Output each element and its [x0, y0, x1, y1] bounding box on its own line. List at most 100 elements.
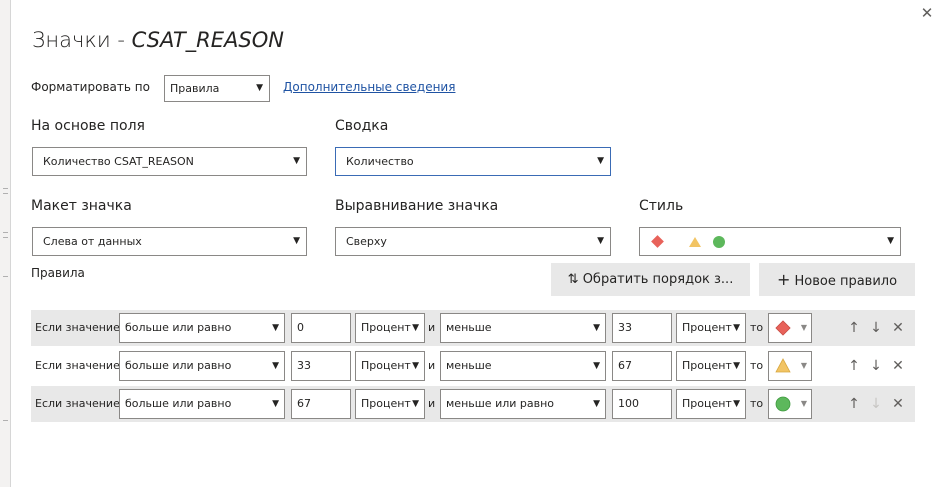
- lower-value-input[interactable]: 33: [291, 351, 351, 381]
- icon-picker[interactable]: ▼: [768, 313, 812, 343]
- format-by-label: Форматировать по: [31, 80, 150, 94]
- chevron-down-icon: ▼: [597, 236, 604, 246]
- green-circle-icon: [775, 396, 791, 412]
- chevron-down-icon: ▼: [597, 156, 604, 166]
- chevron-down-icon: ▼: [593, 361, 600, 371]
- delete-rule-icon[interactable]: ✕: [889, 310, 907, 346]
- chevron-down-icon: ▼: [733, 323, 740, 333]
- condition-operator-dropdown[interactable]: больше или равно ▼: [119, 313, 285, 343]
- icon-alignment-label: Выравнивание значка: [335, 198, 499, 214]
- style-dropdown[interactable]: ▼: [639, 227, 901, 256]
- icon-layout-label: Макет значка: [31, 198, 132, 214]
- chevron-down-icon: ▼: [593, 323, 600, 333]
- rule-row: Если значение больше или равно ▼ 67 Проц…: [31, 386, 915, 422]
- reverse-order-button[interactable]: ⇅ Обратить порядок з...: [551, 263, 750, 296]
- chevron-down-icon: ▼: [412, 361, 419, 371]
- chevron-down-icon: ▼: [800, 323, 807, 332]
- delete-rule-icon[interactable]: ✕: [889, 348, 907, 384]
- reverse-order-label: Обратить порядок з...: [582, 272, 734, 287]
- icon-picker[interactable]: ▼: [768, 389, 812, 419]
- lower-unit-value: Процент: [361, 397, 411, 410]
- upper-unit-dropdown[interactable]: Процент ▼: [676, 313, 746, 343]
- icon-layout-value: Слева от данных: [43, 235, 142, 248]
- chevron-down-icon: ▼: [272, 399, 279, 409]
- chevron-down-icon: ▼: [256, 83, 263, 93]
- condition-operator-value: больше или равно: [125, 321, 232, 334]
- upper-value-text: 100: [618, 397, 639, 410]
- then-label: то: [750, 359, 764, 372]
- move-up-icon[interactable]: ↑: [845, 386, 863, 422]
- icon-layout-dropdown[interactable]: Слева от данных ▼: [32, 227, 307, 256]
- condition-operator-value: больше или равно: [125, 397, 232, 410]
- dialog-title-prefix: Значки -: [32, 28, 132, 52]
- upper-value-input[interactable]: 33: [612, 313, 672, 343]
- rule-row: Если значение больше или равно ▼ 33 Проц…: [31, 348, 915, 384]
- delete-rule-icon[interactable]: ✕: [889, 386, 907, 422]
- rules-label: Правила: [31, 266, 85, 280]
- then-label: то: [750, 397, 764, 410]
- upper-operator-dropdown[interactable]: меньше ▼: [440, 313, 606, 343]
- summary-dropdown[interactable]: Количество ▼: [335, 147, 611, 176]
- plus-icon: +: [776, 270, 791, 289]
- based-on-dropdown[interactable]: Количество CSAT_REASON ▼: [32, 147, 307, 176]
- chevron-down-icon: ▼: [800, 399, 807, 408]
- condition-operator-dropdown[interactable]: больше или равно ▼: [119, 351, 285, 381]
- lower-unit-dropdown[interactable]: Процент ▼: [355, 313, 425, 343]
- icon-alignment-dropdown[interactable]: Сверху ▼: [335, 227, 611, 256]
- chevron-down-icon: ▼: [412, 399, 419, 409]
- upper-unit-value: Процент: [682, 359, 732, 372]
- then-label: то: [750, 321, 764, 334]
- upper-operator-value: меньше или равно: [446, 397, 555, 410]
- upper-unit-dropdown[interactable]: Процент ▼: [676, 351, 746, 381]
- upper-value-input[interactable]: 100: [612, 389, 672, 419]
- lower-unit-dropdown[interactable]: Процент ▼: [355, 351, 425, 381]
- new-rule-button[interactable]: + Новое правило: [759, 263, 915, 296]
- and-label: и: [428, 397, 436, 410]
- based-on-label: На основе поля: [31, 118, 145, 134]
- lower-unit-value: Процент: [361, 359, 411, 372]
- move-up-icon[interactable]: ↑: [845, 348, 863, 384]
- condition-operator-dropdown[interactable]: больше или равно ▼: [119, 389, 285, 419]
- upper-operator-value: меньше: [446, 359, 492, 372]
- upper-unit-dropdown[interactable]: Процент ▼: [676, 389, 746, 419]
- icon-picker[interactable]: ▼: [768, 351, 812, 381]
- chevron-down-icon: ▼: [272, 361, 279, 371]
- move-down-icon[interactable]: ↓: [867, 348, 885, 384]
- learn-more-link[interactable]: Дополнительные сведения: [283, 80, 455, 94]
- and-label: и: [428, 321, 436, 334]
- summary-label: Сводка: [335, 118, 389, 134]
- chevron-down-icon: ▼: [887, 236, 894, 246]
- rule-row: Если значение больше или равно ▼ 0 Проце…: [31, 310, 915, 346]
- lower-value-text: 0: [297, 321, 304, 334]
- if-value-label: Если значение: [35, 359, 120, 372]
- icon-alignment-value: Сверху: [346, 235, 387, 248]
- chevron-down-icon: ▼: [293, 156, 300, 166]
- left-panel-edge: [0, 0, 11, 487]
- upper-unit-value: Процент: [682, 397, 732, 410]
- style-icon-set: [651, 235, 725, 248]
- upper-value-input[interactable]: 67: [612, 351, 672, 381]
- lower-value-input[interactable]: 0: [291, 313, 351, 343]
- lower-value-text: 67: [297, 397, 311, 410]
- upper-value-text: 33: [618, 321, 632, 334]
- style-label: Стиль: [639, 198, 684, 214]
- yellow-triangle-icon: [689, 237, 701, 247]
- move-down-icon[interactable]: ↓: [867, 310, 885, 346]
- lower-unit-value: Процент: [361, 321, 411, 334]
- upper-operator-value: меньше: [446, 321, 492, 334]
- upper-operator-dropdown[interactable]: меньше ▼: [440, 351, 606, 381]
- yellow-triangle-icon: [775, 358, 791, 373]
- chevron-down-icon: ▼: [593, 399, 600, 409]
- green-circle-icon: [713, 236, 725, 248]
- upper-operator-dropdown[interactable]: меньше или равно ▼: [440, 389, 606, 419]
- chevron-down-icon: ▼: [272, 323, 279, 333]
- upper-value-text: 67: [618, 359, 632, 372]
- format-by-value: Правила: [170, 82, 220, 95]
- based-on-value: Количество CSAT_REASON: [43, 155, 194, 168]
- if-value-label: Если значение: [35, 321, 120, 334]
- move-up-icon[interactable]: ↑: [845, 310, 863, 346]
- close-icon[interactable]: ✕: [918, 4, 936, 22]
- format-by-dropdown[interactable]: Правила ▼: [164, 75, 270, 102]
- lower-unit-dropdown[interactable]: Процент ▼: [355, 389, 425, 419]
- lower-value-input[interactable]: 67: [291, 389, 351, 419]
